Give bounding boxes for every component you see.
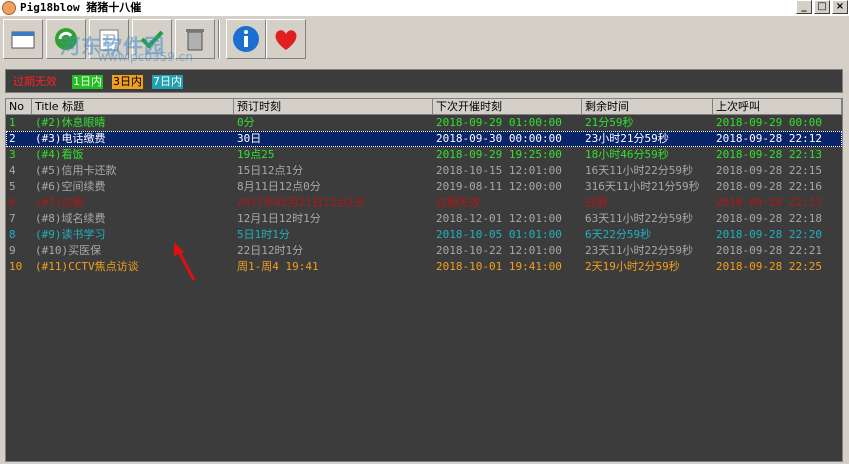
- row-last-call: 2018-09-28 22:12: [716, 132, 822, 145]
- row-next-time: 2018-09-29 01:00:00: [436, 116, 562, 129]
- column-header-no[interactable]: No: [6, 99, 32, 115]
- row-next-time: 2018-12-01 12:01:00: [436, 212, 562, 225]
- legend-1day: 1日内: [72, 75, 103, 89]
- info-button[interactable]: [226, 19, 266, 59]
- row-schedule: 15日12点1分: [237, 164, 304, 177]
- row-title: (#9)读书学习: [35, 228, 106, 241]
- table-row[interactable]: 7 (#8)域名续费 12月1日12时1分 2018-12-01 12:01:00 63…: [6, 211, 842, 227]
- arrow-annotation-icon: [174, 242, 196, 281]
- row-next-time: 2018-10-22 12:01:00: [436, 244, 562, 257]
- row-remaining: 16天11小时22分59秒: [585, 164, 693, 177]
- legend-3days: 3日内: [112, 75, 143, 89]
- row-no: 3: [9, 148, 16, 161]
- row-schedule: 0分: [237, 116, 255, 129]
- row-last-call: 2018-09-28 22:20: [716, 228, 822, 241]
- row-schedule: 19点25: [237, 148, 275, 161]
- row-no: 7: [9, 212, 16, 225]
- table-row[interactable]: 6 (#7)过期 2017年02月21日12点1分 过期无效 过期 2018-09-28 …: [6, 195, 842, 211]
- watermark-url: www.pc0359.cn: [98, 50, 193, 64]
- add-button[interactable]: [3, 19, 43, 59]
- row-last-call: 2018-09-28 22:17: [716, 196, 822, 209]
- row-title: (#11)CCTV焦点访谈: [35, 260, 139, 273]
- toolbar: 河东软件园 www.pc0359.cn: [0, 16, 849, 64]
- app-window: Pig18blow 猪猪十八催 _ □ × 河东软件园 www.pc0359.c…: [0, 0, 849, 464]
- table-row[interactable]: 2 (#3)电话缴费 30日 2018-09-30 00:00:00 23小时21分59…: [6, 131, 842, 147]
- maximize-button[interactable]: □: [814, 0, 830, 14]
- row-next-time: 2019-08-11 12:00:00: [436, 180, 562, 193]
- heart-icon: [275, 30, 297, 50]
- row-remaining: 23天11小时22分59秒: [585, 244, 693, 257]
- row-last-call: 2018-09-28 22:25: [716, 260, 822, 273]
- row-no: 10: [9, 260, 23, 273]
- row-title: (#8)域名续费: [35, 212, 106, 225]
- row-no: 2: [9, 132, 16, 145]
- row-no: 1: [9, 116, 16, 129]
- row-next-time: 2018-10-01 19:41:00: [436, 260, 562, 273]
- table-row[interactable]: 4 (#5)信用卡还款 15日12点1分 2018-10-15 12:01:00 16天…: [6, 163, 842, 179]
- legend-bar: 过期无效 1日内 3日内 7日内: [5, 69, 843, 93]
- reminder-list[interactable]: No Title 标题 预订时刻 下次开催时刻 剩余时间 上次呼叫 1 (#2)休…: [5, 98, 843, 462]
- favorite-button[interactable]: [266, 19, 306, 59]
- row-last-call: 2018-09-28 22:21: [716, 244, 822, 257]
- row-schedule: 5日1时1分: [237, 228, 290, 241]
- row-no: 9: [9, 244, 16, 257]
- row-title: (#5)信用卡还款: [35, 164, 117, 177]
- column-header-next[interactable]: 下次开催时刻: [433, 99, 582, 115]
- row-next-time: 过期无效: [436, 196, 480, 209]
- row-remaining: 21分59秒: [585, 116, 634, 129]
- column-header-schedule[interactable]: 预订时刻: [234, 99, 433, 115]
- table-row[interactable]: 8 (#9)读书学习 5日1时1分 2018-10-05 01:01:00 6天22分5…: [6, 227, 842, 243]
- row-next-time: 2018-09-30 00:00:00: [436, 132, 562, 145]
- row-last-call: 2018-09-28 22:18: [716, 212, 822, 225]
- row-title: (#4)看饭: [35, 148, 84, 161]
- row-title: (#10)买医保: [35, 244, 102, 257]
- row-schedule: 2017年02月21日12点1分: [237, 196, 365, 209]
- row-remaining: 316天11小时21分59秒: [585, 180, 700, 193]
- row-next-time: 2018-10-15 12:01:00: [436, 164, 562, 177]
- row-remaining: 过期: [585, 196, 607, 209]
- table-row[interactable]: 1 (#2)休息眼睛 0分 2018-09-29 01:00:00 21分59秒 2018…: [6, 115, 842, 131]
- pig-app-icon: [2, 1, 16, 15]
- table-row[interactable]: 5 (#6)空间续费 8月11日12点0分 2019-08-11 12:00:00 31…: [6, 179, 842, 195]
- row-remaining: 23小时21分59秒: [585, 132, 669, 145]
- row-remaining: 63天11小时22分59秒: [585, 212, 693, 225]
- minimize-button[interactable]: _: [796, 0, 812, 14]
- add-icon: [11, 31, 35, 49]
- row-title: (#3)电话缴费: [35, 132, 106, 145]
- row-no: 4: [9, 164, 16, 177]
- row-no: 8: [9, 228, 16, 241]
- row-next-time: 2018-10-05 01:01:00: [436, 228, 562, 241]
- row-next-time: 2018-09-29 19:25:00: [436, 148, 562, 161]
- row-no: 5: [9, 180, 16, 193]
- table-row[interactable]: 9 (#10)买医保 22日12时1分 2018-10-22 12:01:00 23天1…: [6, 243, 842, 259]
- row-title: (#7)过期: [35, 196, 84, 209]
- row-remaining: 18小时46分59秒: [585, 148, 669, 161]
- row-schedule: 12月1日12时1分: [237, 212, 321, 225]
- column-header-remaining[interactable]: 剩余时间: [582, 99, 713, 115]
- info-icon: [233, 26, 259, 52]
- close-button[interactable]: ×: [832, 0, 848, 14]
- row-last-call: 2018-09-28 22:16: [716, 180, 822, 193]
- row-schedule: 8月11日12点0分: [237, 180, 321, 193]
- title-bar: Pig18blow 猪猪十八催 _ □ ×: [0, 0, 849, 16]
- row-title: (#6)空间续费: [35, 180, 106, 193]
- row-no: 6: [9, 196, 16, 209]
- row-remaining: 6天22分59秒: [585, 228, 652, 241]
- row-title: (#2)休息眼睛: [35, 116, 106, 129]
- row-schedule: 30日: [237, 132, 262, 145]
- table-row[interactable]: 10 (#11)CCTV焦点访谈 周1-周4 19:41 2018-10-01 19:…: [6, 259, 842, 275]
- legend-expired: 过期无效: [12, 75, 58, 89]
- column-header-last-call[interactable]: 上次呼叫: [713, 99, 842, 115]
- row-remaining: 2天19小时2分59秒: [585, 260, 680, 273]
- table-row[interactable]: 3 (#4)看饭 19点25 2018-09-29 19:25:00 18小时46分59…: [6, 147, 842, 163]
- row-schedule: 22日12时1分: [237, 244, 304, 257]
- row-last-call: 2018-09-28 22:15: [716, 164, 822, 177]
- column-header-title[interactable]: Title 标题: [32, 99, 234, 115]
- row-schedule: 周1-周4 19:41: [237, 260, 319, 273]
- row-last-call: 2018-09-28 22:13: [716, 148, 822, 161]
- row-last-call: 2018-09-29 00:00: [716, 116, 822, 129]
- window-title: Pig18blow 猪猪十八催: [20, 1, 142, 14]
- toolbar-separator: [218, 20, 220, 58]
- legend-7days: 7日内: [152, 75, 183, 89]
